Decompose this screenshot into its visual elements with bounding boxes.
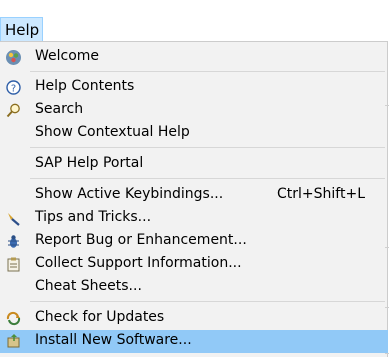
shortcut-label: Ctrl+Shift+L xyxy=(277,186,365,202)
menu-item-cheat-sheets[interactable]: Cheat Sheets... xyxy=(0,276,388,299)
background-line xyxy=(385,307,389,308)
menu-item-label: Check for Updates xyxy=(35,309,165,325)
menu-item-show-contextual-help[interactable]: Show Contextual Help xyxy=(0,122,388,145)
menu-item-install-new-software[interactable]: Install New Software... xyxy=(0,330,388,353)
menu-item-label: SAP Help Portal xyxy=(35,155,144,171)
menu-item-label: Cheat Sheets... xyxy=(35,278,142,294)
background-line xyxy=(385,105,389,106)
menu-item-help-contents[interactable]: ? Help Contents xyxy=(0,76,388,99)
menu-item-label: Welcome xyxy=(35,48,100,64)
install-icon xyxy=(7,334,20,348)
menu-item-search[interactable]: Search xyxy=(0,99,388,122)
help-menu-label: Help xyxy=(5,21,40,39)
menu-item-label: Help Contents xyxy=(35,78,135,94)
clipboard-icon xyxy=(7,257,20,272)
menu-bar: Help xyxy=(0,0,389,42)
background-line xyxy=(385,353,389,354)
menu-item-welcome[interactable]: Welcome xyxy=(0,46,388,69)
background-line xyxy=(385,247,389,248)
menu-item-label: Install New Software... xyxy=(35,332,192,348)
help-menu-popup: Welcome ? Help Contents Search Show Cont… xyxy=(0,41,388,357)
menu-item-check-for-updates[interactable]: Check for Updates xyxy=(0,307,388,330)
menu-item-label: Show Contextual Help xyxy=(35,124,190,140)
menu-item-show-active-keybindings[interactable]: Show Active Keybindings... Ctrl+Shift+L xyxy=(0,184,388,207)
menu-item-tips-and-tricks[interactable]: Tips and Tricks... xyxy=(0,207,388,230)
menu-item-label: Show Active Keybindings... xyxy=(35,186,224,202)
menu-item-label: Collect Support Information... xyxy=(35,255,242,271)
help-icon: ? xyxy=(6,80,21,95)
separator xyxy=(30,301,385,302)
help-menu[interactable]: Help xyxy=(0,17,43,42)
svg-text:?: ? xyxy=(11,84,16,95)
menu-item-label: Report Bug or Enhancement... xyxy=(35,232,247,248)
search-icon xyxy=(6,103,20,118)
menu-item-collect-support[interactable]: Collect Support Information... xyxy=(0,253,388,276)
separator xyxy=(30,147,385,148)
menu-item-label: Search xyxy=(35,101,84,117)
bug-icon xyxy=(8,235,19,248)
separator xyxy=(30,178,385,179)
tips-icon xyxy=(8,213,20,226)
menu-item-report-bug[interactable]: Report Bug or Enhancement... xyxy=(0,230,388,253)
welcome-icon xyxy=(6,50,21,65)
menu-item-sap-help-portal[interactable]: SAP Help Portal xyxy=(0,153,388,176)
menu-item-label: Tips and Tricks... xyxy=(35,209,152,225)
update-icon xyxy=(6,311,21,326)
separator xyxy=(30,71,385,72)
